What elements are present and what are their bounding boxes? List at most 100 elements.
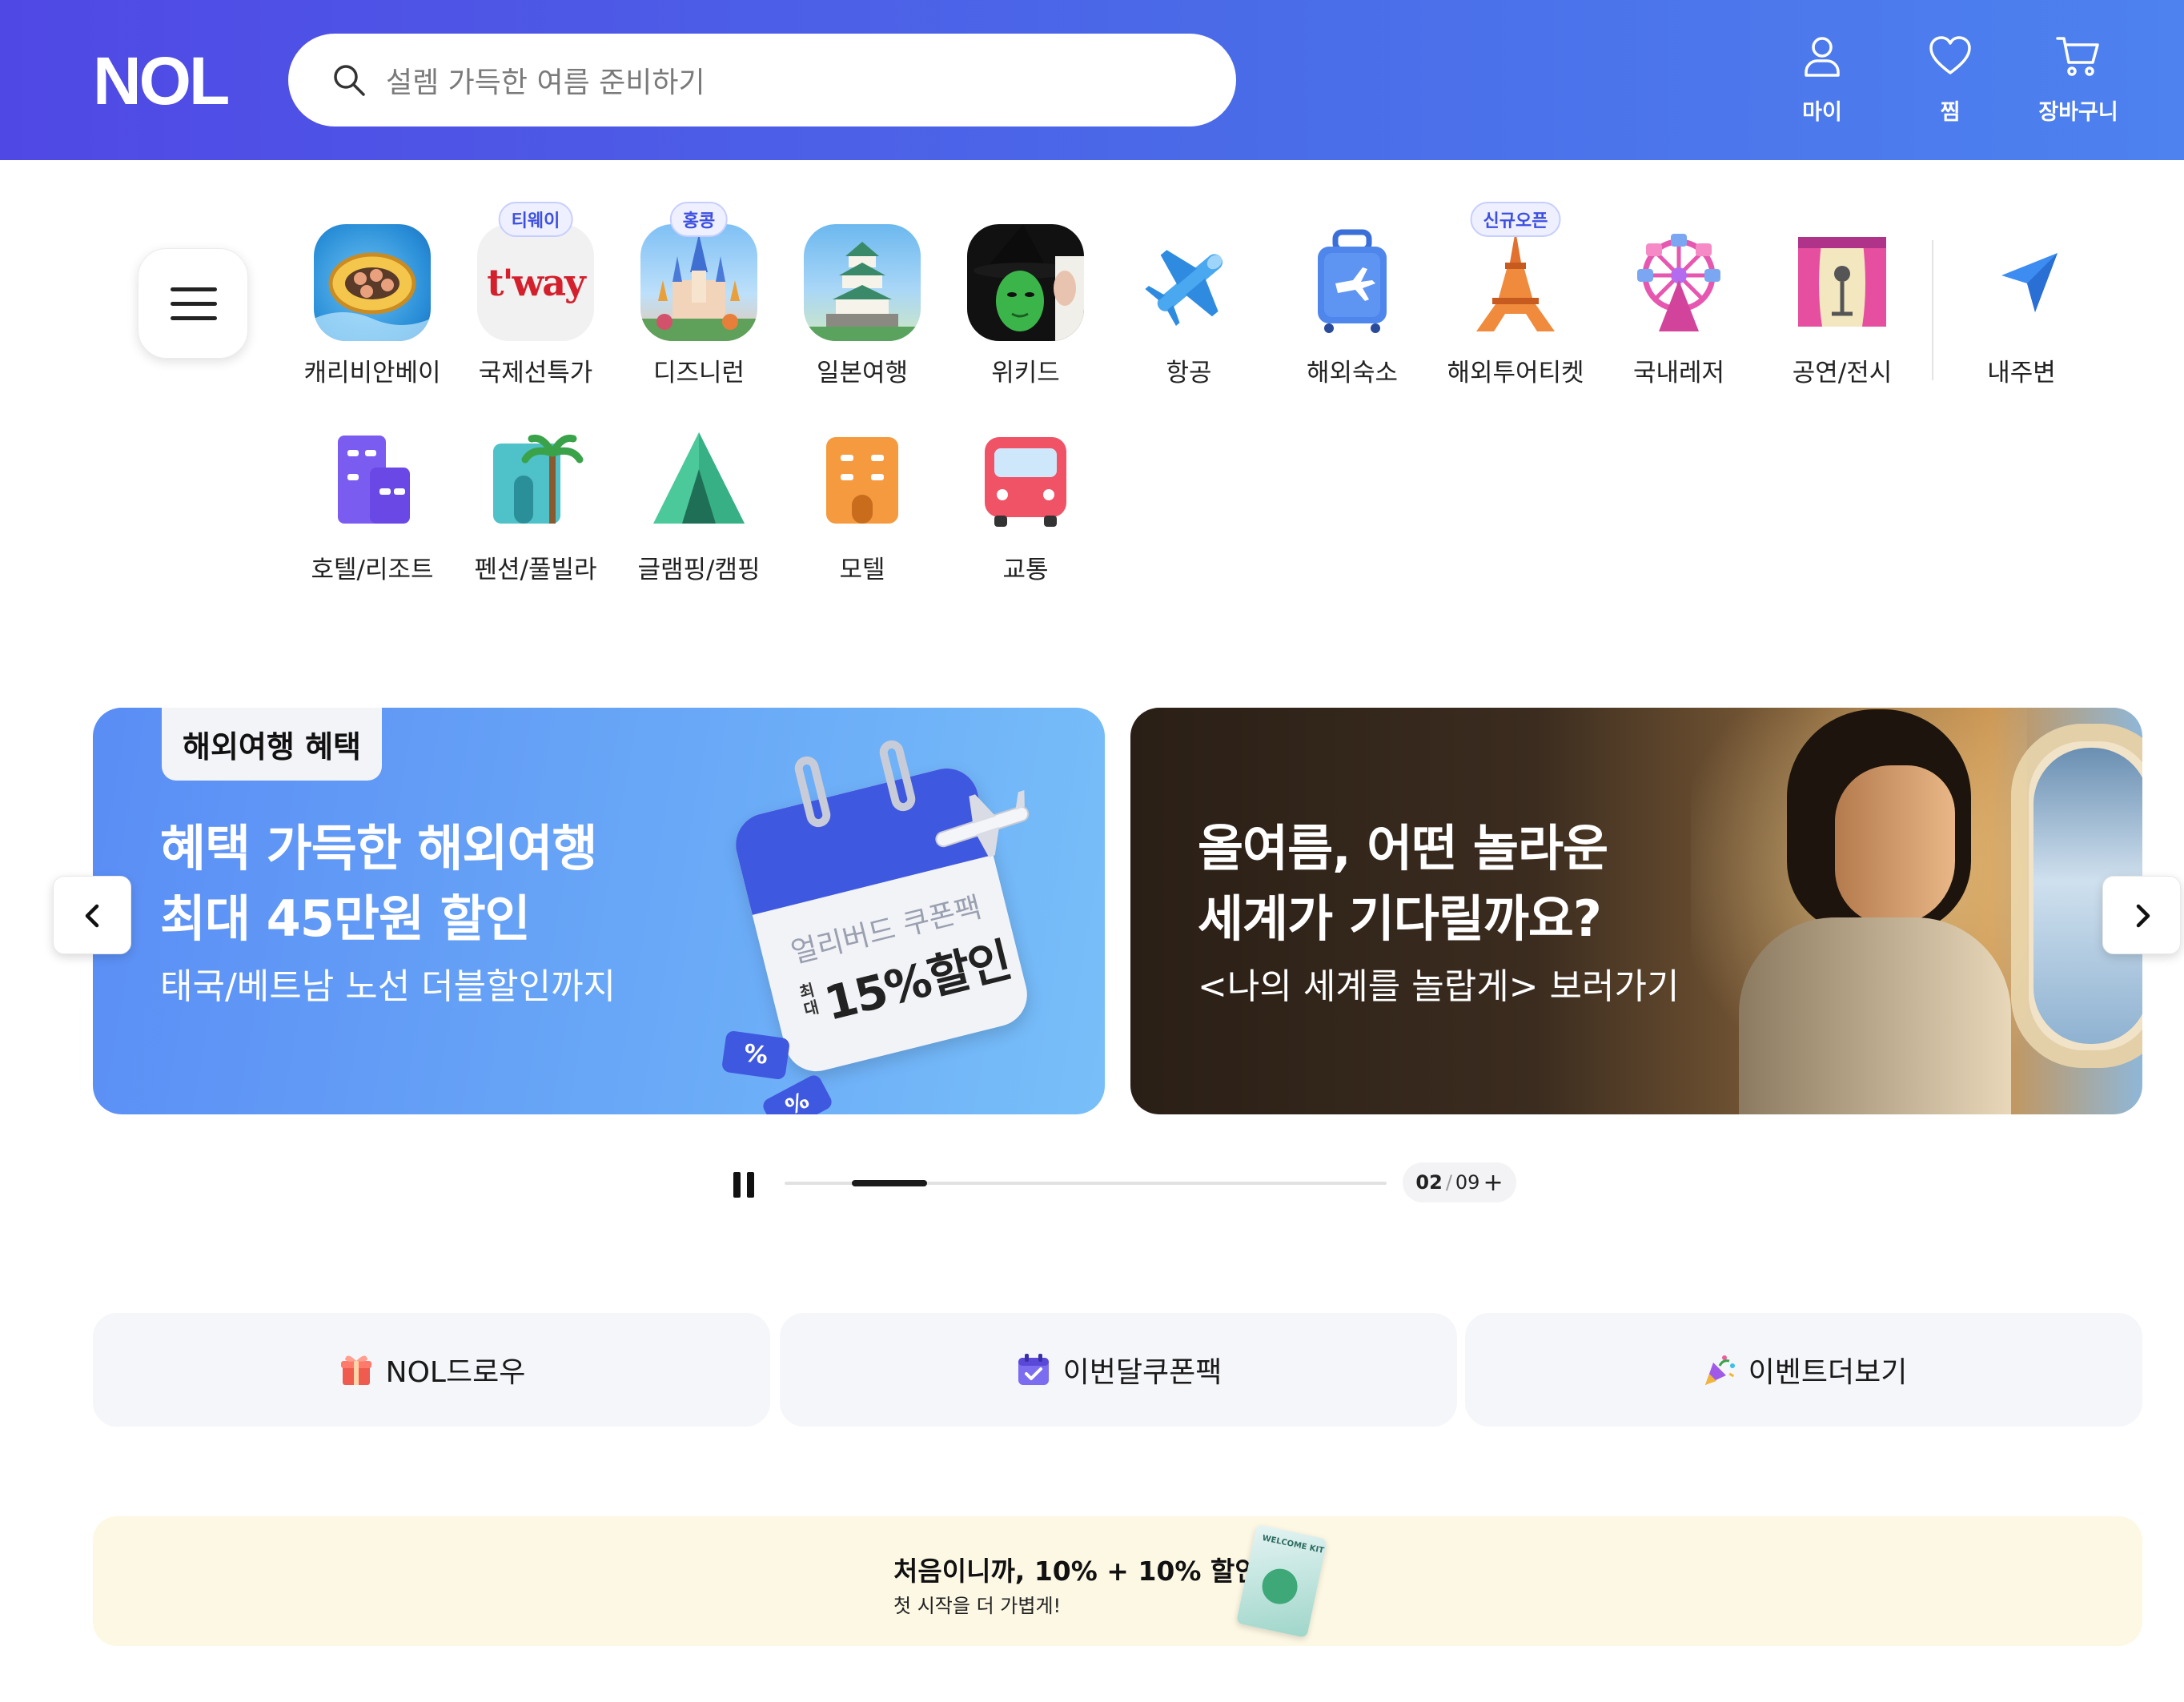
banner-subtitle: <나의 세계를 놀랍게> 보러가기: [1198, 966, 1680, 1007]
banner-subtitle: 태국/베트남 노선 더블할인까지: [160, 966, 616, 1007]
banner-overseas-benefits[interactable]: 해외여행 혜택 혜택 가득한 해외여행 최대 45만원 할인 태국/베트남 노선…: [93, 708, 1105, 1114]
party-popper-icon: [1704, 1355, 1735, 1385]
category-nearby[interactable]: 내주변: [1949, 224, 2094, 388]
category-caribbean-bay[interactable]: 캐리비안베이: [300, 224, 444, 388]
calendar-coupon-illustration: 얼리버드 쿠폰팩 최대 15%할인 % %: [721, 737, 1054, 1114]
wishlist-button[interactable]: 찜: [1894, 32, 2006, 126]
category-badge: 티웨이: [498, 202, 573, 237]
welcome-kit-illustration: WELCOME KIT: [1235, 1524, 1328, 1638]
first-purchase-promo-banner[interactable]: 처음이니까, 10% + 10% 할인 첫 시작을 더 가볍게! WELCOME…: [93, 1516, 2142, 1646]
category-transportation[interactable]: 교통: [953, 421, 1098, 585]
banner-title-line2: 세계가 기다릴까요?: [1198, 889, 1602, 948]
nol-logo[interactable]: NOL: [93, 45, 230, 117]
promo-title: 처음이니까, 10% + 10% 할인: [893, 1555, 1259, 1587]
category-label: 호텔/리조트: [311, 556, 434, 584]
banner-amazing-world[interactable]: 올여름, 어떤 놀라운 세계가 기다릴까요? <나의 세계를 놀랍게> 보러가기: [1130, 708, 2142, 1114]
carousel-next-button[interactable]: [2102, 876, 2181, 954]
category-domestic-leisure[interactable]: 국내레저: [1607, 224, 1751, 388]
carousel-prev-button[interactable]: [53, 876, 131, 954]
banner-title-line1: 혜택 가득한 해외여행: [160, 819, 598, 877]
carousel-pause-button[interactable]: [733, 1172, 756, 1198]
kit-mascot: [1259, 1565, 1301, 1608]
category-pension-poolvilla[interactable]: 펜션/풀빌라: [464, 421, 608, 585]
category-label: 내주변: [1987, 359, 2056, 387]
tway-logo-icon: t'way: [477, 224, 594, 341]
category-label: 교통: [1002, 556, 1049, 584]
eiffel-tower-icon: [1457, 224, 1574, 341]
category-wicked[interactable]: 위키드: [953, 224, 1098, 388]
banner-title-line2: 최대 45만원 할인: [160, 889, 531, 948]
quick-link-label: NOL드로우: [385, 1356, 526, 1389]
category-badge: 홍콩: [669, 202, 729, 237]
welcome-kit-text: WELCOME KIT: [1261, 1533, 1325, 1555]
top-header: NOL 설렘 가득한 여름 준비하기 마이 찜 장바구니: [0, 0, 2184, 160]
category-flights[interactable]: 항공: [1117, 224, 1261, 388]
category-hotel-resort[interactable]: 호텔/리조트: [300, 421, 444, 585]
tway-logo-text: t'way: [487, 261, 585, 304]
category-label: 국제선특가: [478, 359, 593, 387]
quick-link-label: 이벤트더보기: [1748, 1356, 1908, 1389]
menu-line: [171, 287, 217, 291]
category-motel[interactable]: 모텔: [790, 421, 934, 585]
carousel-counter-button[interactable]: 02 / 09 +: [1403, 1162, 1516, 1202]
category-divider: [1932, 240, 1933, 380]
counter-separator: /: [1445, 1171, 1452, 1194]
my-page-label: 마이: [1802, 100, 1842, 125]
airplane-icon: [935, 789, 1030, 857]
ferris-wheel-icon: [1620, 224, 1737, 341]
motel-icon: [804, 421, 921, 538]
search-placeholder: 설렘 가득한 여름 준비하기: [386, 66, 705, 99]
stage-microphone-icon: [1784, 224, 1901, 341]
category-label: 일본여행: [816, 359, 909, 387]
category-performance-exhibition[interactable]: 공연/전시: [1770, 224, 1914, 388]
category-label: 글램핑/캠핑: [637, 556, 761, 584]
category-overseas-tour-tickets[interactable]: 신규오픈 해외투어티켓: [1443, 202, 1588, 388]
carousel-progress-indicator: [852, 1180, 927, 1186]
more-events-button[interactable]: 이벤트더보기: [1465, 1313, 2142, 1427]
counter-more-icon: +: [1483, 1168, 1504, 1197]
coupon-ticket: %: [760, 1072, 835, 1114]
tent-icon: [640, 421, 757, 538]
category-overseas-lodging[interactable]: 해외숙소: [1280, 224, 1424, 388]
nol-draw-button[interactable]: NOL드로우: [93, 1313, 770, 1427]
traveler-silhouette: [1691, 709, 2011, 1114]
chevron-left-icon: [85, 904, 99, 928]
category-japan-travel[interactable]: 일본여행: [790, 224, 934, 388]
category-label: 펜션/풀빌라: [474, 556, 597, 584]
wishlist-label: 찜: [1940, 100, 1961, 125]
bus-icon: [967, 421, 1084, 538]
category-international-special[interactable]: 티웨이 t'way 국제선특가: [464, 202, 608, 388]
promo-subtitle: 첫 시작을 더 가볍게!: [893, 1595, 1062, 1617]
location-arrow-icon: [1963, 224, 2080, 341]
category-label: 디즈니런: [652, 359, 745, 387]
search-bar[interactable]: 설렘 가득한 여름 준비하기: [288, 34, 1236, 126]
carousel-progress-track: [785, 1180, 1387, 1186]
user-icon: [1805, 37, 1840, 77]
cart-button[interactable]: 장바구니: [2022, 32, 2134, 126]
menu-line: [171, 316, 217, 320]
cart-label: 장바구니: [2038, 100, 2118, 125]
disney-castle-icon: [640, 224, 757, 341]
search-icon: [334, 65, 365, 96]
hotel-icon: [314, 421, 431, 538]
my-page-button[interactable]: 마이: [1766, 32, 1878, 126]
category-glamping-camping[interactable]: 글램핑/캠핑: [627, 421, 771, 585]
osaka-castle-icon: [804, 224, 921, 341]
counter-total: 09: [1455, 1171, 1480, 1194]
category-disney-run[interactable]: 홍콩 디즈니런: [627, 202, 771, 388]
chevron-right-icon: [2136, 904, 2150, 928]
category-label: 캐리비안베이: [303, 359, 441, 387]
category-badge: 신규오픈: [1470, 202, 1561, 237]
calendar-max-text: 최대: [797, 980, 821, 1020]
luggage-icon: [1294, 224, 1411, 341]
hamburger-menu-button[interactable]: [138, 248, 248, 359]
category-label: 위키드: [991, 359, 1060, 387]
pause-icon: [747, 1172, 754, 1198]
wicked-icon: [967, 224, 1084, 341]
gift-icon: [340, 1355, 371, 1385]
category-label: 국내레저: [1632, 359, 1725, 387]
menu-line: [171, 302, 217, 306]
monthly-coupon-pack-button[interactable]: 이번달쿠폰팩: [780, 1313, 1457, 1427]
banner-title-line1: 올여름, 어떤 놀라운: [1198, 819, 1608, 877]
quick-link-label: 이번달쿠폰팩: [1062, 1356, 1222, 1389]
